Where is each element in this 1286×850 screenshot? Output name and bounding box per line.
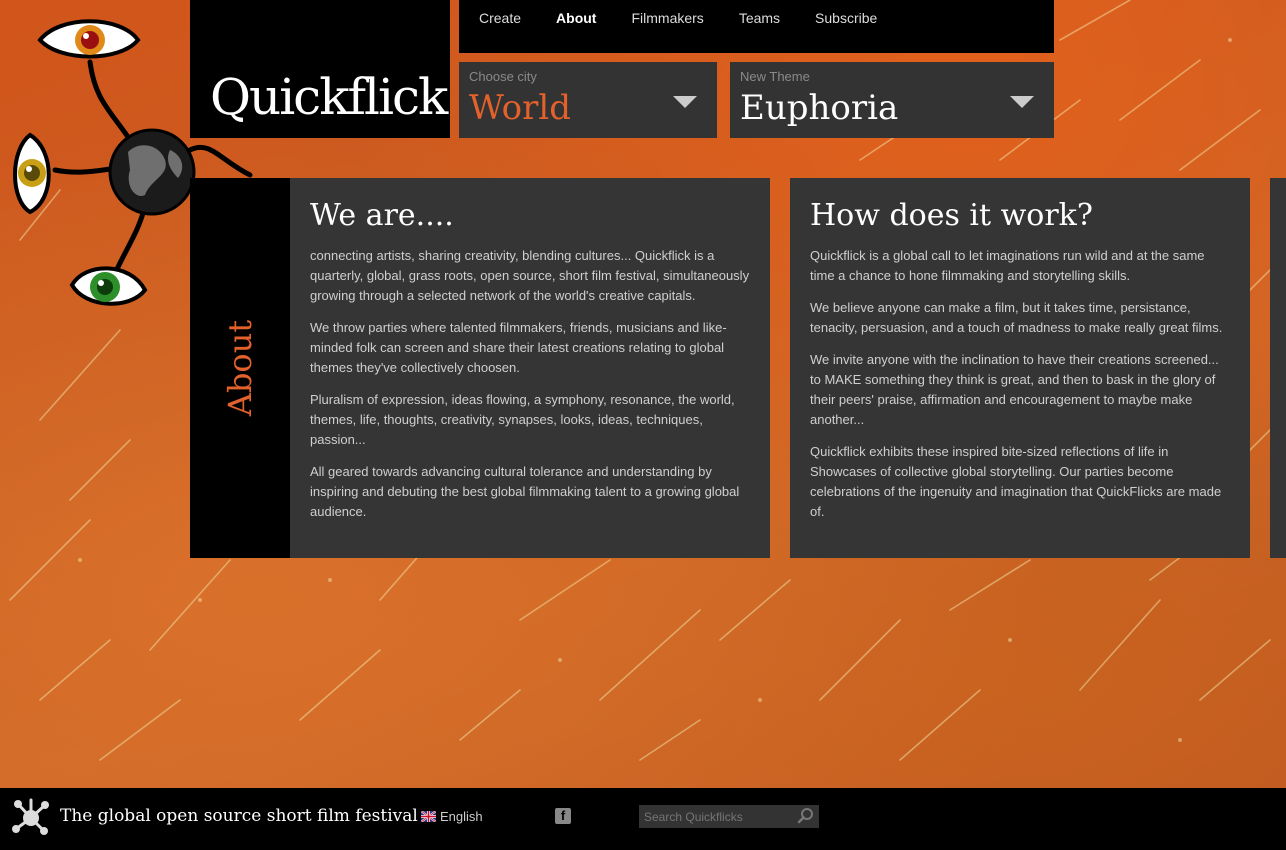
uk-flag-icon: [421, 811, 436, 822]
section-side-label: About: [221, 319, 259, 417]
nav-item-create[interactable]: Create: [459, 0, 536, 26]
nav-item-teams[interactable]: Teams: [719, 0, 795, 26]
facebook-icon[interactable]: f: [555, 808, 571, 824]
panel-paragraph: Quickflick is a global call to let imagi…: [810, 248, 1205, 283]
search-icon[interactable]: [797, 807, 815, 825]
footer-tagline: The global open source short film festiv…: [60, 806, 418, 826]
city-select[interactable]: Choose city World: [459, 62, 717, 138]
footer: The global open source short film festiv…: [0, 788, 1286, 850]
panel-title: How does it work?: [810, 198, 1093, 233]
panel-we-are: We are.... connecting artists, sharing c…: [290, 178, 770, 558]
theme-select-label: New Theme: [740, 69, 810, 84]
panel-next-partial[interactable]: [1270, 178, 1286, 558]
panel-title: We are....: [310, 198, 454, 233]
main-nav: Create About Filmmakers Teams Subscribe: [459, 0, 1054, 53]
panel-paragraph: We believe anyone can make a film, but i…: [810, 300, 1223, 335]
panel-paragraph: We invite anyone with the inclination to…: [810, 352, 1219, 427]
city-select-value: World: [469, 88, 571, 128]
logo-text: Quickflick: [210, 68, 448, 126]
language-selector[interactable]: English: [421, 809, 483, 824]
chevron-down-icon: [673, 96, 697, 108]
nav-item-subscribe[interactable]: Subscribe: [795, 0, 892, 26]
city-select-label: Choose city: [469, 69, 537, 84]
language-label: English: [440, 809, 483, 824]
theme-select-value: Euphoria: [740, 88, 899, 128]
film-reel-logo-icon[interactable]: [10, 797, 52, 839]
panel-how-it-works: How does it work? Quickflick is a global…: [790, 178, 1250, 558]
nav-item-filmmakers[interactable]: Filmmakers: [611, 0, 718, 26]
section-side-tab: About: [190, 178, 290, 558]
panel-paragraph: All geared towards advancing cultural to…: [310, 464, 740, 519]
theme-select[interactable]: New Theme Euphoria: [730, 62, 1054, 138]
panel-paragraph: connecting artists, sharing creativity, …: [310, 248, 750, 303]
search-input[interactable]: [639, 805, 819, 828]
nav-item-about[interactable]: About: [536, 0, 611, 26]
panel-paragraph: Pluralism of expression, ideas flowing, …: [310, 392, 735, 447]
panel-paragraph: Quickflick exhibits these inspired bite-…: [810, 444, 1222, 519]
chevron-down-icon: [1010, 96, 1034, 108]
panel-paragraph: We throw parties where talented filmmake…: [310, 320, 727, 375]
logo[interactable]: Quickflick: [190, 0, 450, 138]
